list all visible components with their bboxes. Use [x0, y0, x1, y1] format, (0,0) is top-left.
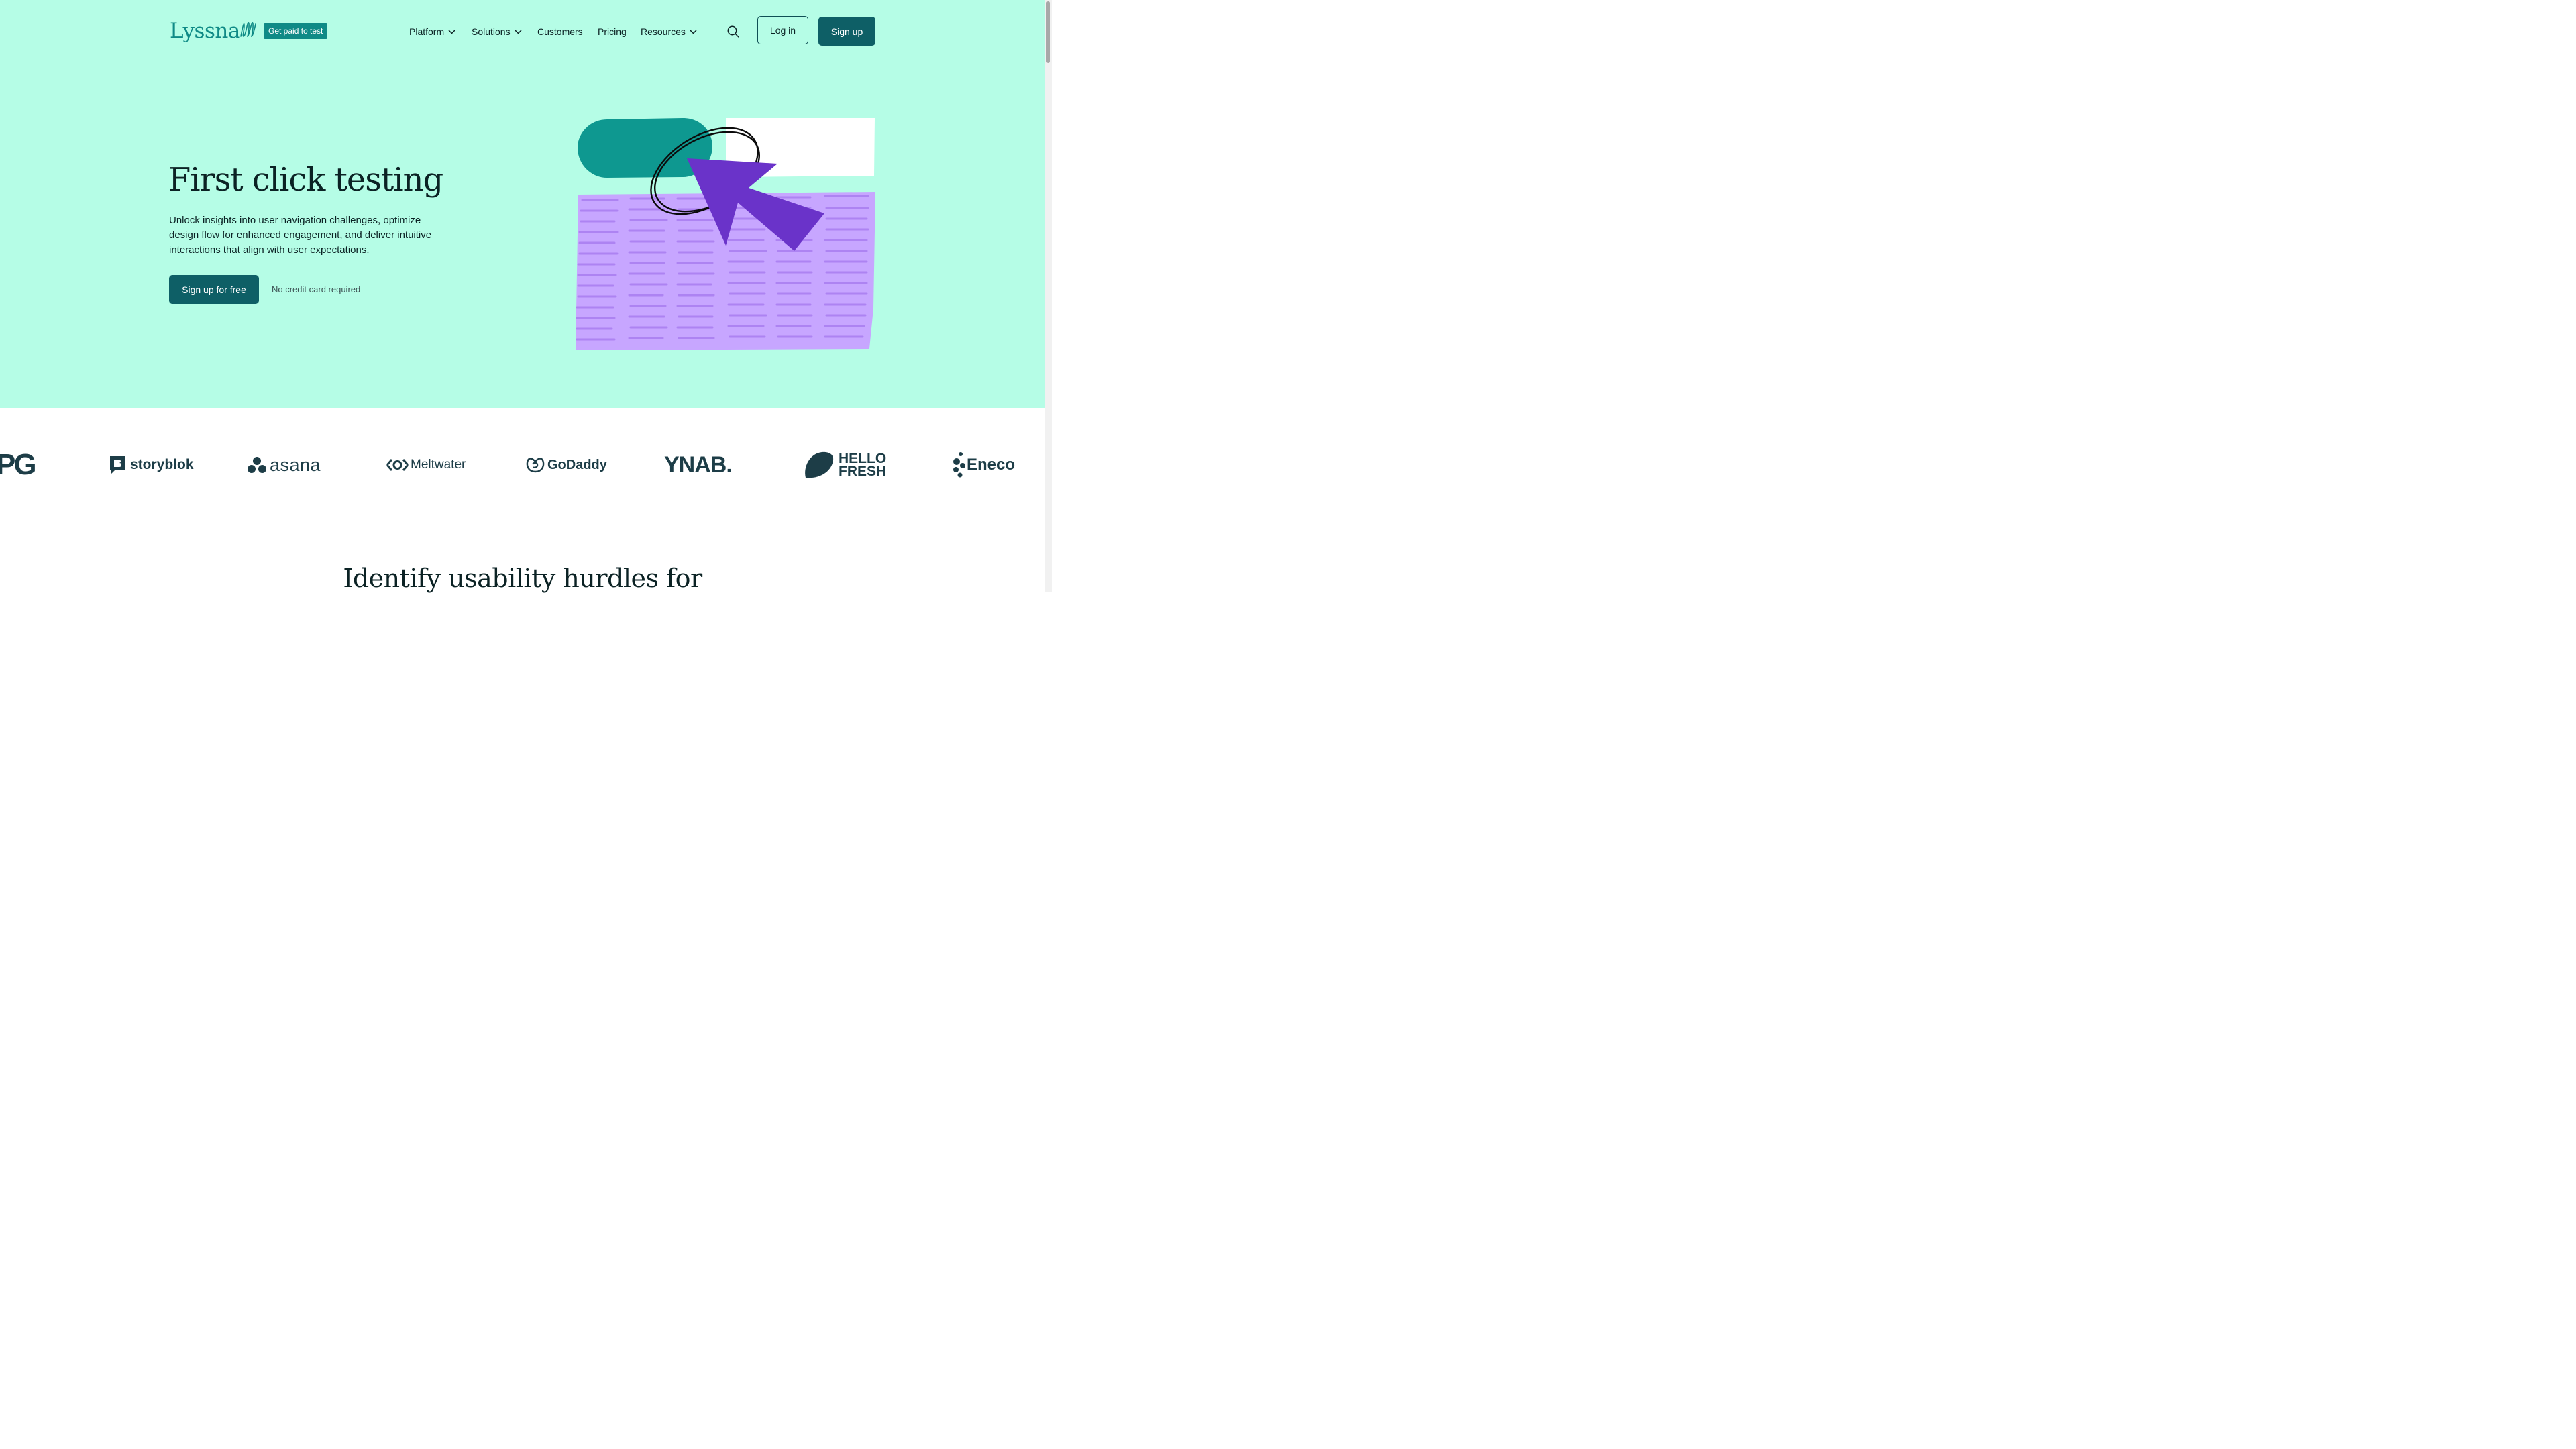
asana-logo-text: asana: [270, 454, 321, 475]
get-paid-badge[interactable]: Get paid to test: [264, 23, 328, 39]
section-title: Identify usability hurdles for: [343, 564, 702, 593]
chevron-down-icon: [515, 29, 522, 34]
eneco-logo: Eneco: [952, 451, 1015, 479]
hellofresh-logo-text: HELLO FRESH: [839, 451, 887, 479]
hellofresh-logo: HELLO FRESH: [803, 451, 887, 479]
godaddy-logo: GoDaddy: [525, 451, 607, 479]
logo-text: Lyssna: [170, 19, 240, 43]
nav-solutions[interactable]: Solutions: [472, 23, 522, 40]
scrollbar-thumb[interactable]: [1046, 1, 1050, 63]
hero-description: Unlock insights into user navigation cha…: [169, 215, 432, 256]
scrollbar-track[interactable]: [1045, 0, 1052, 592]
storyblok-logo: storyblok: [109, 451, 194, 479]
pg-logo: PG: [0, 448, 37, 481]
signup-button[interactable]: Sign up: [818, 17, 875, 46]
meltwater-icon: [386, 459, 409, 471]
hero-section: [0, 0, 1045, 408]
meltwater-logo-text: Meltwater: [411, 458, 466, 472]
no-credit-card-note: No credit card required: [272, 284, 361, 294]
lyssna-logo[interactable]: Lyssna: [170, 17, 256, 44]
chevron-down-icon: [448, 29, 455, 34]
nav-platform[interactable]: Platform: [409, 23, 455, 40]
search-icon[interactable]: [727, 25, 740, 38]
nav-solutions-label: Solutions: [472, 26, 511, 37]
first-click-illustration: [576, 118, 875, 350]
nav-resources-label: Resources: [641, 26, 686, 37]
asana-logo: asana: [248, 451, 321, 479]
ynab-logo: YNAB.: [664, 451, 733, 479]
pg-logo-text: PG: [0, 448, 37, 481]
logo-waves-icon: [240, 22, 256, 37]
nav-pricing-label: Pricing: [598, 26, 627, 37]
login-button[interactable]: Log in: [757, 16, 808, 44]
ynab-logo-text: YNAB.: [664, 451, 733, 478]
page-title: First click testing: [168, 161, 443, 199]
asana-icon: [248, 457, 266, 473]
chevron-down-icon: [690, 29, 697, 34]
meltwater-logo: Meltwater: [386, 451, 466, 479]
eneco-logo-text: Eneco: [967, 455, 1016, 474]
godaddy-icon: [526, 458, 545, 473]
nav-customers[interactable]: Customers: [537, 23, 583, 40]
storyblok-icon: [110, 456, 125, 474]
nav-pricing[interactable]: Pricing: [598, 23, 627, 40]
storyblok-logo-text: storyblok: [130, 457, 194, 472]
godaddy-logo-text: GoDaddy: [547, 457, 607, 472]
hellofresh-leaf-icon: [805, 451, 834, 478]
nav-resources[interactable]: Resources: [641, 23, 697, 40]
signup-free-button[interactable]: Sign up for free: [169, 275, 259, 304]
eneco-icon: [953, 452, 965, 478]
nav-platform-label: Platform: [409, 26, 445, 37]
nav-customers-label: Customers: [537, 26, 583, 37]
